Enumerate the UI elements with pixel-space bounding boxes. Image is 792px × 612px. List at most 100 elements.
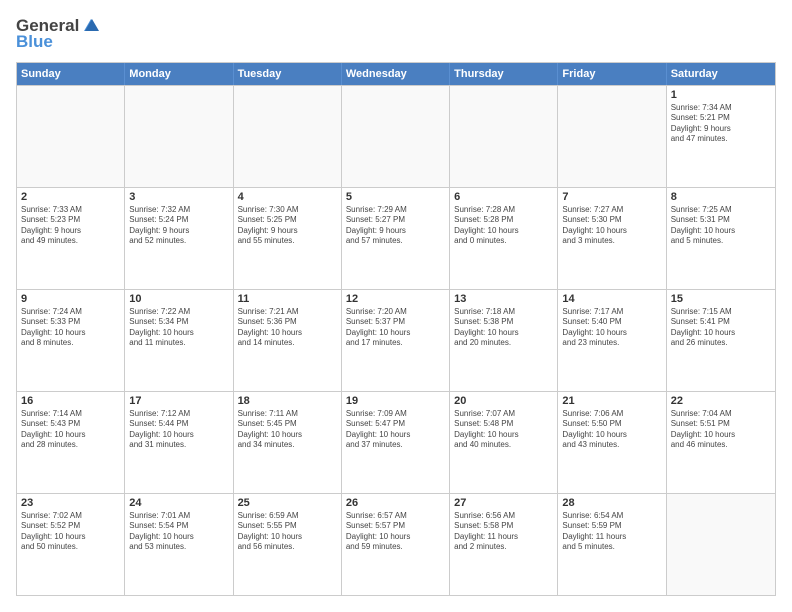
header: General Blue <box>16 16 776 52</box>
day-info: Sunrise: 7:24 AM Sunset: 5:33 PM Dayligh… <box>21 307 120 349</box>
day-number: 16 <box>21 395 120 407</box>
empty-cell <box>342 86 450 187</box>
calendar: SundayMondayTuesdayWednesdayThursdayFrid… <box>16 62 776 596</box>
day-number: 22 <box>671 395 771 407</box>
empty-cell <box>667 494 775 595</box>
day-info: Sunrise: 7:11 AM Sunset: 5:45 PM Dayligh… <box>238 409 337 451</box>
day-number: 4 <box>238 191 337 203</box>
day-info: Sunrise: 7:17 AM Sunset: 5:40 PM Dayligh… <box>562 307 661 349</box>
day-cell-7: 7 Sunrise: 7:27 AM Sunset: 5:30 PM Daylig… <box>558 188 666 289</box>
day-info: Sunrise: 6:59 AM Sunset: 5:55 PM Dayligh… <box>238 511 337 553</box>
empty-cell <box>450 86 558 187</box>
day-info: Sunrise: 7:33 AM Sunset: 5:23 PM Dayligh… <box>21 205 120 247</box>
day-info: Sunrise: 7:20 AM Sunset: 5:37 PM Dayligh… <box>346 307 445 349</box>
day-cell-4: 4 Sunrise: 7:30 AM Sunset: 5:25 PM Daylig… <box>234 188 342 289</box>
day-number: 20 <box>454 395 553 407</box>
weekday-header-friday: Friday <box>558 63 666 85</box>
day-number: 6 <box>454 191 553 203</box>
day-number: 10 <box>129 293 228 305</box>
day-info: Sunrise: 7:28 AM Sunset: 5:28 PM Dayligh… <box>454 205 553 247</box>
day-info: Sunrise: 7:34 AM Sunset: 5:21 PM Dayligh… <box>671 103 771 145</box>
day-info: Sunrise: 7:30 AM Sunset: 5:25 PM Dayligh… <box>238 205 337 247</box>
day-cell-1: 1 Sunrise: 7:34 AM Sunset: 5:21 PM Daylig… <box>667 86 775 187</box>
day-info: Sunrise: 6:54 AM Sunset: 5:59 PM Dayligh… <box>562 511 661 553</box>
day-number: 8 <box>671 191 771 203</box>
day-info: Sunrise: 7:18 AM Sunset: 5:38 PM Dayligh… <box>454 307 553 349</box>
day-number: 13 <box>454 293 553 305</box>
day-info: Sunrise: 7:22 AM Sunset: 5:34 PM Dayligh… <box>129 307 228 349</box>
day-number: 27 <box>454 497 553 509</box>
day-number: 18 <box>238 395 337 407</box>
weekday-header-wednesday: Wednesday <box>342 63 450 85</box>
day-cell-22: 22 Sunrise: 7:04 AM Sunset: 5:51 PM Dayli… <box>667 392 775 493</box>
day-number: 11 <box>238 293 337 305</box>
day-info: Sunrise: 6:56 AM Sunset: 5:58 PM Dayligh… <box>454 511 553 553</box>
empty-cell <box>234 86 342 187</box>
day-info: Sunrise: 7:14 AM Sunset: 5:43 PM Dayligh… <box>21 409 120 451</box>
day-info: Sunrise: 7:15 AM Sunset: 5:41 PM Dayligh… <box>671 307 771 349</box>
logo: General Blue <box>16 16 103 52</box>
day-number: 21 <box>562 395 661 407</box>
day-info: Sunrise: 7:09 AM Sunset: 5:47 PM Dayligh… <box>346 409 445 451</box>
calendar-row-3: 16 Sunrise: 7:14 AM Sunset: 5:43 PM Dayli… <box>17 391 775 493</box>
day-cell-26: 26 Sunrise: 6:57 AM Sunset: 5:57 PM Dayli… <box>342 494 450 595</box>
day-number: 7 <box>562 191 661 203</box>
logo-icon <box>80 17 102 35</box>
weekday-header-tuesday: Tuesday <box>234 63 342 85</box>
day-number: 19 <box>346 395 445 407</box>
weekday-header-monday: Monday <box>125 63 233 85</box>
day-info: Sunrise: 7:27 AM Sunset: 5:30 PM Dayligh… <box>562 205 661 247</box>
day-info: Sunrise: 7:02 AM Sunset: 5:52 PM Dayligh… <box>21 511 120 553</box>
day-cell-11: 11 Sunrise: 7:21 AM Sunset: 5:36 PM Dayli… <box>234 290 342 391</box>
empty-cell <box>17 86 125 187</box>
day-number: 24 <box>129 497 228 509</box>
day-cell-12: 12 Sunrise: 7:20 AM Sunset: 5:37 PM Dayli… <box>342 290 450 391</box>
day-cell-23: 23 Sunrise: 7:02 AM Sunset: 5:52 PM Dayli… <box>17 494 125 595</box>
day-cell-8: 8 Sunrise: 7:25 AM Sunset: 5:31 PM Daylig… <box>667 188 775 289</box>
page: General Blue SundayMondayTuesdayWednesda… <box>0 0 792 612</box>
day-info: Sunrise: 7:25 AM Sunset: 5:31 PM Dayligh… <box>671 205 771 247</box>
day-cell-25: 25 Sunrise: 6:59 AM Sunset: 5:55 PM Dayli… <box>234 494 342 595</box>
day-cell-13: 13 Sunrise: 7:18 AM Sunset: 5:38 PM Dayli… <box>450 290 558 391</box>
day-cell-15: 15Sunrise: 7:15 AM Sunset: 5:41 PM Dayli… <box>667 290 775 391</box>
day-number: 12 <box>346 293 445 305</box>
calendar-row-0: 1 Sunrise: 7:34 AM Sunset: 5:21 PM Daylig… <box>17 85 775 187</box>
weekday-header-sunday: Sunday <box>17 63 125 85</box>
day-number: 26 <box>346 497 445 509</box>
day-number: 23 <box>21 497 120 509</box>
calendar-row-4: 23 Sunrise: 7:02 AM Sunset: 5:52 PM Dayli… <box>17 493 775 595</box>
day-cell-21: 21Sunrise: 7:06 AM Sunset: 5:50 PM Dayli… <box>558 392 666 493</box>
day-number: 9 <box>21 293 120 305</box>
day-info: Sunrise: 7:32 AM Sunset: 5:24 PM Dayligh… <box>129 205 228 247</box>
calendar-row-1: 2 Sunrise: 7:33 AM Sunset: 5:23 PM Daylig… <box>17 187 775 289</box>
calendar-body: 1 Sunrise: 7:34 AM Sunset: 5:21 PM Daylig… <box>17 85 775 595</box>
day-info: Sunrise: 7:07 AM Sunset: 5:48 PM Dayligh… <box>454 409 553 451</box>
day-cell-2: 2 Sunrise: 7:33 AM Sunset: 5:23 PM Daylig… <box>17 188 125 289</box>
empty-cell <box>125 86 233 187</box>
day-number: 1 <box>671 89 771 101</box>
day-cell-27: 27 Sunrise: 6:56 AM Sunset: 5:58 PM Dayli… <box>450 494 558 595</box>
calendar-row-2: 9 Sunrise: 7:24 AM Sunset: 5:33 PM Daylig… <box>17 289 775 391</box>
day-info: Sunrise: 7:04 AM Sunset: 5:51 PM Dayligh… <box>671 409 771 451</box>
empty-cell <box>558 86 666 187</box>
day-cell-3: 3 Sunrise: 7:32 AM Sunset: 5:24 PM Daylig… <box>125 188 233 289</box>
day-cell-17: 17 Sunrise: 7:12 AM Sunset: 5:44 PM Dayli… <box>125 392 233 493</box>
day-info: Sunrise: 7:21 AM Sunset: 5:36 PM Dayligh… <box>238 307 337 349</box>
day-cell-19: 19 Sunrise: 7:09 AM Sunset: 5:47 PM Dayli… <box>342 392 450 493</box>
day-cell-28: 28Sunrise: 6:54 AM Sunset: 5:59 PM Dayli… <box>558 494 666 595</box>
day-number: 25 <box>238 497 337 509</box>
day-cell-18: 18 Sunrise: 7:11 AM Sunset: 5:45 PM Dayli… <box>234 392 342 493</box>
calendar-header: SundayMondayTuesdayWednesdayThursdayFrid… <box>17 63 775 85</box>
day-number: 17 <box>129 395 228 407</box>
day-number: 2 <box>21 191 120 203</box>
day-cell-14: 14 Sunrise: 7:17 AM Sunset: 5:40 PM Dayli… <box>558 290 666 391</box>
day-number: 5 <box>346 191 445 203</box>
day-cell-16: 16 Sunrise: 7:14 AM Sunset: 5:43 PM Dayli… <box>17 392 125 493</box>
logo-blue: Blue <box>16 32 53 52</box>
day-info: Sunrise: 7:12 AM Sunset: 5:44 PM Dayligh… <box>129 409 228 451</box>
day-info: Sunrise: 6:57 AM Sunset: 5:57 PM Dayligh… <box>346 511 445 553</box>
day-cell-24: 24Sunrise: 7:01 AM Sunset: 5:54 PM Dayli… <box>125 494 233 595</box>
day-number: 3 <box>129 191 228 203</box>
day-cell-20: 20 Sunrise: 7:07 AM Sunset: 5:48 PM Dayli… <box>450 392 558 493</box>
day-number: 14 <box>562 293 661 305</box>
